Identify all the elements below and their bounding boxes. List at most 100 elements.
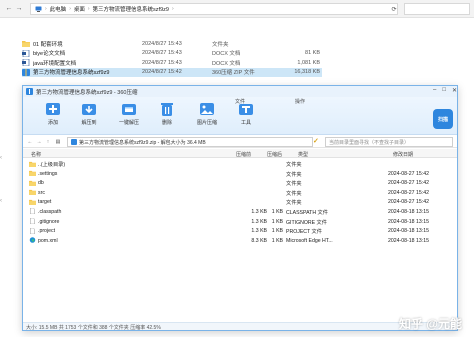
add-label: 添加 — [47, 120, 58, 126]
explorer-file-row[interactable]: biye论文文档 2024/8/27 15:43 DOCX 文档 81 KB — [22, 49, 322, 59]
extract-to-label: 解压到 — [81, 120, 97, 126]
image-compress-label: 图片压缩 — [196, 120, 217, 126]
side-scroll-mark: ‹ — [0, 155, 2, 161]
delete-button[interactable]: 删除 — [149, 101, 185, 126]
zip-entry-type: 文件夹 — [286, 200, 302, 207]
delete-label: 删除 — [161, 120, 172, 126]
column-header-name[interactable]: 名称 — [31, 151, 41, 158]
folder-icon — [29, 161, 36, 167]
folder-icon — [29, 170, 36, 177]
zip-status-text: 大小: 15.5 MB 共 1753 个文件和 388 个文件夹 压缩率 42.… — [26, 325, 161, 331]
zip-file-row[interactable]: db 文件夹 2024-08-27 15:42 — [23, 178, 457, 188]
extract-icon — [82, 104, 96, 115]
zip-forward-icon[interactable]: → — [35, 138, 43, 146]
zip-entry-compressed-size: 1 KB — [271, 208, 283, 215]
column-header-date[interactable]: 修改日期 — [393, 151, 413, 158]
breadcrumb-item-this-pc[interactable]: 此电脑 — [50, 5, 67, 13]
zip-up-icon[interactable]: ↑ — [44, 138, 52, 146]
file-type: DOCX 文档 — [212, 51, 241, 58]
menu-operate[interactable]: 操作 — [295, 98, 305, 105]
zip-entry-name: pom.xml — [38, 237, 58, 244]
explorer-file-row[interactable]: java环境配置文档 2024/8/27 15:43 DOCX 文档 1,081 KB — [22, 58, 322, 68]
file-icon — [29, 217, 36, 225]
zip-file-row[interactable]: pom.xml 8.3 KB 1 KB Microsoft Edge HT... 202… — [23, 236, 457, 246]
minimize-icon[interactable]: – — [433, 87, 436, 94]
zip-entry-size: 1.3 KB — [251, 218, 267, 225]
breadcrumb-separator: › — [69, 6, 71, 12]
zip-entry-compressed-size: 1 KB — [271, 237, 283, 244]
zip-entry-date: 2024-08-18 13:15 — [388, 208, 429, 215]
maximize-icon[interactable]: □ — [442, 87, 446, 94]
tools-button[interactable]: 工具 — [228, 101, 264, 126]
zip-search-placeholder: 当前目录里面寻找（不查找子目录） — [329, 139, 410, 146]
tools-icon — [239, 104, 253, 115]
explorer-file-row[interactable]: 第三方物流管理信息系统szf9z9 2024/8/27 15:42 360压缩 ZI… — [22, 67, 322, 77]
zip-entry-type: 文件夹 — [286, 171, 302, 178]
zip-entry-name: .classpath — [38, 208, 62, 215]
file-name: 第三方物流管理信息系统szf9z9 — [33, 70, 110, 77]
one-click-extract-icon — [122, 104, 136, 115]
file-date: 2024/8/27 15:43 — [142, 50, 182, 57]
docx-icon — [22, 49, 30, 58]
zip-file-row[interactable]: .gitignore 1.3 KB 1 KB GITIGNORE 文件 2024-08-… — [23, 217, 457, 227]
forward-button[interactable]: → — [14, 3, 24, 15]
file-name: 01 配套环境 — [33, 41, 63, 48]
file-icon — [29, 227, 36, 234]
breadcrumb-item-desktop[interactable]: 桌面 — [74, 5, 85, 13]
zip-search-input[interactable]: 当前目录里面寻找（不查找子目录） — [325, 137, 453, 147]
folder-icon — [22, 40, 30, 48]
breadcrumb-item-folder[interactable]: 第三方物流管理信息系统szf9z9 — [93, 5, 169, 13]
file-type: 360压缩 ZIP 文件 — [212, 70, 255, 77]
image-compress-icon — [200, 103, 214, 115]
file-name: java环境配置文档 — [33, 60, 77, 67]
file-name: biye论文文档 — [33, 51, 66, 58]
zip-file-row[interactable]: .settings 文件夹 2024-08-27 15:42 — [23, 169, 457, 179]
explorer-toolbar: ← → › 此电脑 › 桌面 › 第三方物流管理信息系统szf9z9 › ⟳ — [0, 0, 474, 18]
extract-to-button[interactable]: 解压到 — [71, 101, 107, 126]
file-date: 2024/8/27 15:43 — [142, 59, 182, 66]
zip-entry-compressed-size: 1 KB — [271, 218, 283, 225]
zip-file-row[interactable]: ..(上级目录) 文件夹 — [23, 159, 457, 169]
explorer-file-row[interactable]: 01 配套环境 2024/8/27 15:43 文件夹 — [22, 39, 322, 49]
column-header-type[interactable]: 类型 — [298, 151, 308, 158]
zip-view-icon[interactable]: ▤ — [54, 138, 62, 146]
zip-icon — [22, 68, 30, 76]
zip-file-row[interactable]: src 文件夹 2024-08-27 15:42 — [23, 188, 457, 198]
back-button[interactable]: ← — [4, 3, 14, 15]
zip-entry-type: 文件夹 — [286, 181, 302, 188]
zip-entry-type: GITIGNORE 文件 — [286, 219, 327, 226]
file-icon — [29, 208, 36, 215]
scan-badge[interactable]: 扫描 — [433, 109, 453, 129]
add-button[interactable]: 添加 — [35, 101, 71, 126]
zip-file-row[interactable]: target 文件夹 2024-08-27 15:42 — [23, 197, 457, 207]
zip-entry-date: 2024-08-27 15:42 — [388, 199, 429, 206]
file-type: 文件夹 — [212, 41, 229, 48]
zip-entry-type: CLASSPATH 文件 — [286, 209, 328, 216]
one-click-extract-button[interactable]: 一键解压 — [111, 101, 147, 126]
column-header-compressed[interactable]: 压缩后 — [267, 151, 282, 158]
zip-back-icon[interactable]: ← — [26, 138, 34, 146]
zip-file-icon — [71, 139, 77, 145]
search-input[interactable] — [404, 3, 470, 15]
zip-titlebar[interactable]: 第三方物流管理信息系统szf9z9 - 360压缩 – □ ✕ — [23, 86, 457, 97]
refresh-icon[interactable]: ⟳ — [390, 3, 398, 15]
file-size: 1,081 KB — [297, 59, 320, 66]
zip-entry-type: Microsoft Edge HT... — [286, 237, 333, 244]
watermark: 知乎 @元能 — [398, 317, 462, 331]
zip-entry-name: .project — [38, 228, 56, 235]
address-bar[interactable]: › 此电脑 › 桌面 › 第三方物流管理信息系统szf9z9 › — [30, 3, 398, 15]
close-icon[interactable]: ✕ — [452, 87, 457, 94]
zip-entry-name: src — [38, 189, 45, 196]
zip-address-bar[interactable]: 第三方物流管理信息系统szf9z9.zip - 解包大小为 36.4 MB — [67, 137, 313, 147]
zip-file-row[interactable]: .project 1.3 KB 1 KB PROJECT 文件 2024-08-18 1… — [23, 226, 457, 236]
zip-app-icon — [26, 88, 33, 95]
delete-icon — [161, 103, 173, 116]
zip-entry-date: 2024-08-18 13:15 — [388, 237, 429, 244]
zip-ribbon: 文件 操作 添加 解压到 一键解压 删除 图片压缩 工具 扫描 — [23, 97, 457, 135]
zip-file-row[interactable]: .classpath 1.3 KB 1 KB CLASSPATH 文件 2024-08-… — [23, 207, 457, 217]
zip-entry-date: 2024-08-18 13:15 — [388, 218, 429, 225]
zip-status-bar: 大小: 15.5 MB 共 1753 个文件和 388 个文件夹 压缩率 42.… — [23, 322, 457, 331]
image-compress-button[interactable]: 图片压缩 — [189, 101, 225, 126]
column-header-size[interactable]: 压缩前 — [236, 151, 251, 158]
file-date: 2024/8/27 15:43 — [142, 40, 182, 47]
